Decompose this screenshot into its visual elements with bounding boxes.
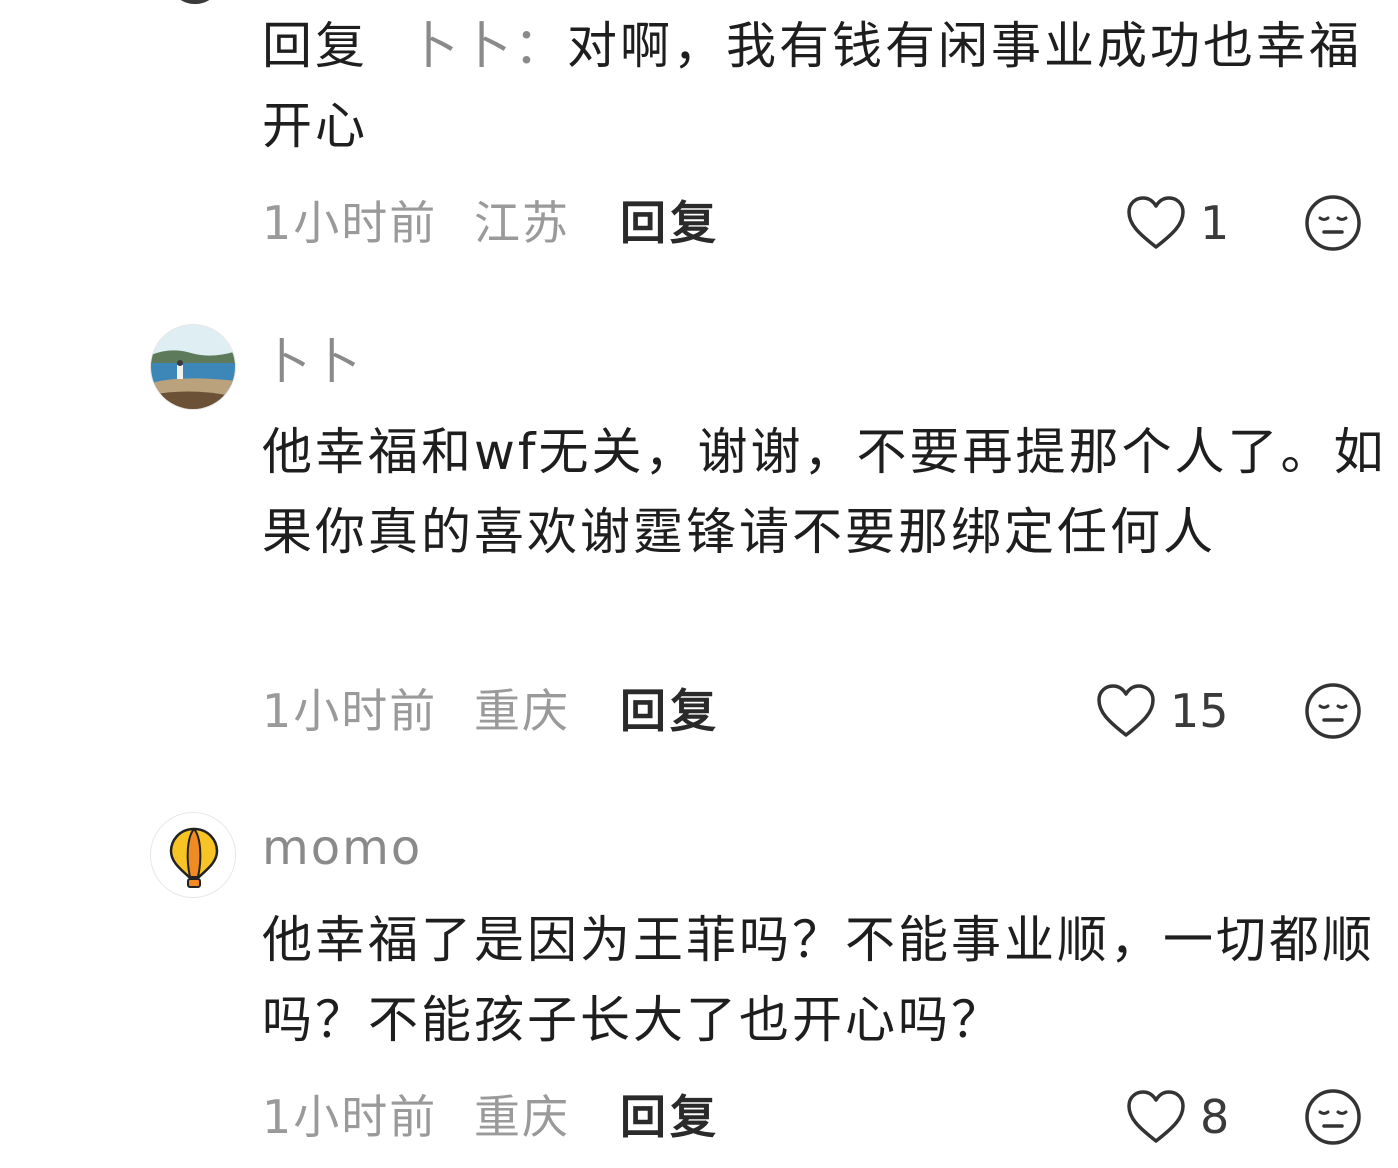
like-count: 1 [1200, 196, 1230, 250]
comment-location: 重庆 [474, 1090, 570, 1144]
comment-location: 重庆 [474, 684, 570, 738]
heart-outline-icon [1127, 1090, 1185, 1143]
meh-face-icon[interactable] [1304, 682, 1362, 740]
heart-outline-icon [1097, 684, 1155, 737]
meh-face-icon[interactable] [1304, 1088, 1362, 1146]
comment-username[interactable]: momo [262, 818, 422, 878]
reply-button[interactable]: 回复 [620, 676, 720, 746]
reply-button[interactable]: 回复 [620, 1082, 720, 1152]
heart-outline-icon [1127, 196, 1185, 249]
meh-face-icon[interactable] [1304, 194, 1362, 252]
like-button[interactable]: 15 [1096, 676, 1229, 746]
comment-text: 回复 卜卜：对啊，我有钱有闲事业成功也幸福开心 [262, 6, 1392, 166]
comment-username[interactable]: 卜卜 [262, 332, 362, 392]
like-count: 15 [1170, 684, 1229, 738]
comment-text: 他幸福和wf无关，谢谢，不要再提那个人了。如果你真的喜欢谢霆锋请不要那绑定任何人 [262, 423, 1387, 561]
comment-time: 1小时前 [262, 196, 438, 250]
comment-location: 江苏 [474, 196, 570, 250]
reply-button[interactable]: 回复 [620, 188, 720, 258]
avatar[interactable] [150, 812, 236, 898]
like-button[interactable]: 1 [1126, 188, 1229, 258]
like-button[interactable]: 8 [1126, 1082, 1229, 1152]
comment-time: 1小时前 [262, 684, 438, 738]
previous-avatar-fragment [170, 0, 220, 4]
like-count: 8 [1200, 1090, 1230, 1144]
comment-meta-row: 1小时前 重庆 回复 15 [0, 676, 1398, 746]
hot-air-balloon-avatar [151, 813, 235, 897]
comment-text: 他幸福了是因为王菲吗？不能事业顺，一切都顺吗？不能孩子长大了也开心吗？ [262, 911, 1375, 1049]
reply-target-username[interactable]: 卜卜： [408, 17, 567, 75]
comment-meta-row: 1小时前 江苏 回复 1 [0, 188, 1398, 258]
comment-meta-row: 1小时前 重庆 回复 8 [0, 1082, 1398, 1152]
comment-time: 1小时前 [262, 1090, 438, 1144]
avatar[interactable] [150, 324, 236, 410]
reply-prefix: 回复 [262, 17, 368, 75]
beach-photo-avatar [151, 325, 235, 409]
